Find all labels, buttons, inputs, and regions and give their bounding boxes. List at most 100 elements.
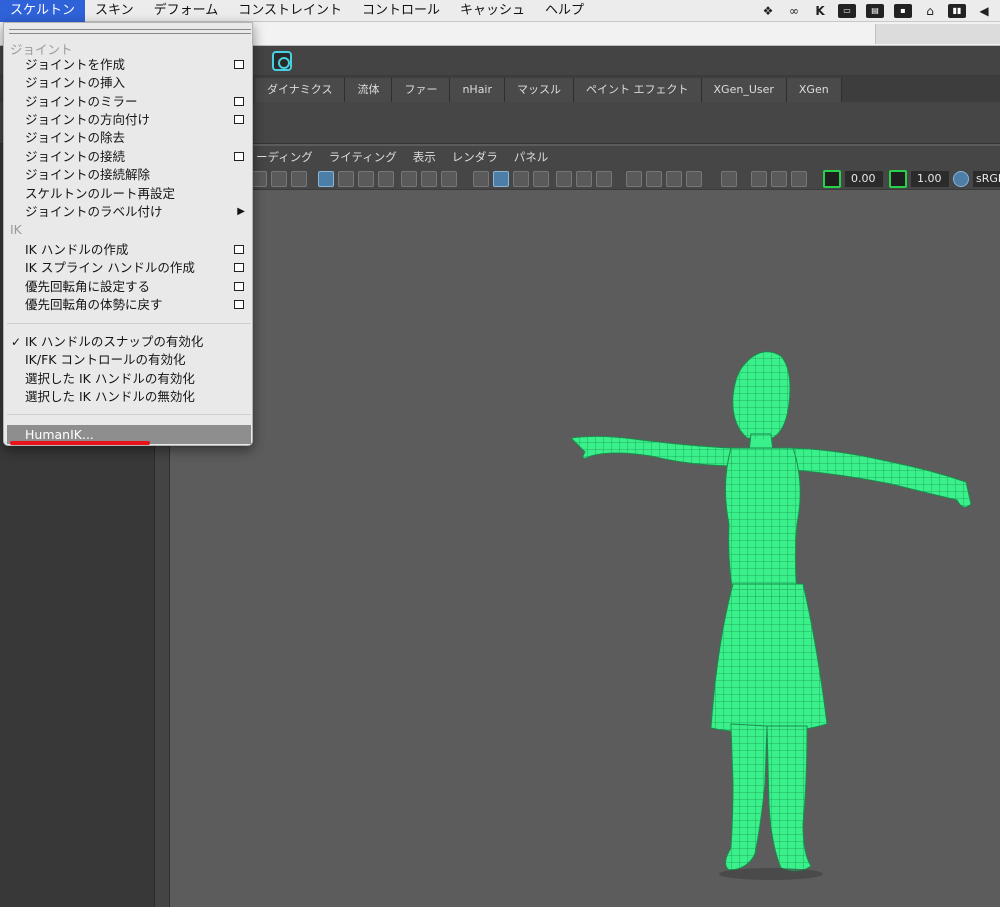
tab-nhair[interactable]: nHair bbox=[450, 78, 506, 102]
smooth-shade-icon[interactable] bbox=[493, 171, 509, 187]
antialias-icon[interactable] bbox=[666, 171, 682, 187]
wireframe-on-shaded-icon[interactable] bbox=[513, 171, 529, 187]
tab-dynamics[interactable]: ダイナミクス bbox=[255, 78, 346, 102]
option-box-icon[interactable] bbox=[234, 97, 244, 106]
menu-constraint[interactable]: コンストレイント bbox=[228, 0, 352, 22]
option-box-icon[interactable] bbox=[234, 300, 244, 309]
safe-title-icon[interactable] bbox=[441, 171, 457, 187]
menu-bar: スケルトン スキン デフォーム コンストレイント コントロール キャッシュ ヘル… bbox=[0, 0, 1000, 22]
menu-item-ikfk-control-enable[interactable]: IK/FK コントロールの有効化 bbox=[7, 351, 251, 369]
menu-item-create-ik-handle[interactable]: IK ハンドルの作成 bbox=[7, 241, 251, 259]
color-space-field[interactable]: sRGB bbox=[973, 171, 1000, 187]
film-gate-icon[interactable] bbox=[338, 171, 354, 187]
option-box-icon[interactable] bbox=[234, 60, 244, 69]
k-icon[interactable]: K bbox=[812, 4, 828, 18]
menu-item-ik-snap-enable[interactable]: ✓ IK ハンドルのスナップの有効化 bbox=[7, 333, 251, 351]
menu-item-disconnect-joints[interactable]: ジョイントの接続解除 bbox=[7, 166, 251, 184]
resolution-gate-icon[interactable] bbox=[358, 171, 374, 187]
menu-skeleton[interactable]: スケルトン bbox=[0, 0, 86, 22]
skeleton-menu-dropdown: ジョイント ジョイントを作成 ジョイントの挿入 ジョイントのミラー ジョイントの… bbox=[3, 22, 253, 446]
grid-icon[interactable] bbox=[318, 171, 334, 187]
menu-cache[interactable]: キャッシュ bbox=[450, 0, 535, 22]
menu-item-disable-selected-ik[interactable]: 選択した IK ハンドルの無効化 bbox=[7, 388, 251, 406]
menu-item-remove-joint[interactable]: ジョイントの除去 bbox=[7, 129, 251, 147]
tear-off-handle[interactable] bbox=[9, 29, 251, 34]
xray-joints-icon[interactable] bbox=[751, 171, 767, 187]
field-chart-icon[interactable] bbox=[401, 171, 417, 187]
option-box-icon[interactable] bbox=[234, 263, 244, 272]
attributes-icon[interactable] bbox=[271, 171, 287, 187]
section-ik-label: IK bbox=[10, 222, 22, 237]
tab-muscle[interactable]: マッスル bbox=[505, 78, 575, 102]
window-tab[interactable] bbox=[875, 24, 1000, 44]
viewport-toolbar: 0.00 1.00 sRGB bbox=[171, 168, 1000, 190]
menu-item-joint-labelling[interactable]: ジョイントのラベル付け ▶ bbox=[7, 203, 251, 221]
tab-fluids[interactable]: 流体 bbox=[345, 78, 393, 102]
bookmark-icon[interactable] bbox=[291, 171, 307, 187]
xray-icon[interactable] bbox=[556, 171, 572, 187]
menu-item-assume-preferred-angle[interactable]: 優先回転角の体勢に戻す bbox=[7, 296, 251, 314]
menu-separator bbox=[7, 414, 251, 415]
viewport[interactable]: ーディング ライティング 表示 レンダラ パネル 0.00 1.00 sRG bbox=[171, 144, 1000, 907]
render-icon[interactable] bbox=[272, 51, 292, 71]
menu-show[interactable]: 表示 bbox=[413, 149, 436, 165]
menu-item-create-joints[interactable]: ジョイントを作成 bbox=[7, 56, 251, 74]
creative-cloud-icon[interactable]: ∞ bbox=[786, 4, 802, 18]
gamma-field[interactable]: 1.00 bbox=[911, 171, 949, 187]
option-box-icon[interactable] bbox=[234, 282, 244, 291]
textured-icon[interactable] bbox=[533, 171, 549, 187]
lights-icon[interactable] bbox=[576, 171, 592, 187]
tab-paint-effects[interactable]: ペイント エフェクト bbox=[574, 78, 702, 102]
system-tray: ❖ ∞ K ▭ ▤ ▪ ⌂ ▮▮ ◀ bbox=[760, 0, 1000, 22]
tab-xgen[interactable]: XGen bbox=[786, 78, 842, 102]
menu-control[interactable]: コントロール bbox=[352, 0, 450, 22]
menu-lighting[interactable]: ライティング bbox=[329, 149, 397, 165]
safe-action-icon[interactable] bbox=[421, 171, 437, 187]
backface-icon[interactable] bbox=[791, 171, 807, 187]
menu-item-enable-selected-ik[interactable]: 選択した IK ハンドルの有効化 bbox=[7, 370, 251, 388]
menu-deform[interactable]: デフォーム bbox=[144, 0, 229, 22]
xray-active-icon[interactable] bbox=[771, 171, 787, 187]
menu-skin[interactable]: スキン bbox=[85, 0, 144, 22]
shadows-icon[interactable] bbox=[596, 171, 612, 187]
gamma-icon[interactable] bbox=[889, 170, 907, 188]
tab-xgen-user[interactable]: XGen_User bbox=[701, 78, 787, 102]
app-icon[interactable]: ▪ bbox=[894, 4, 912, 18]
dropbox-icon[interactable]: ❖ bbox=[760, 4, 776, 18]
menu-item-set-preferred-angle[interactable]: 優先回転角に設定する bbox=[7, 278, 251, 296]
monitor-icon[interactable]: ▭ bbox=[838, 4, 856, 18]
gate-mask-icon[interactable] bbox=[378, 171, 394, 187]
menu-item-create-ik-spline[interactable]: IK スプライン ハンドルの作成 bbox=[7, 259, 251, 277]
menu-item-label: ジョイントの接続 bbox=[25, 149, 126, 164]
option-box-icon[interactable] bbox=[234, 115, 244, 124]
motion-blur-icon[interactable] bbox=[646, 171, 662, 187]
menu-item-connect-joints[interactable]: ジョイントの接続 bbox=[7, 148, 251, 166]
menu-item-label: ジョイントの除去 bbox=[25, 130, 126, 145]
menu-item-orient-joints[interactable]: ジョイントの方向付け bbox=[7, 111, 251, 129]
menu-item-label: 選択した IK ハンドルの無効化 bbox=[25, 389, 195, 404]
volume-icon[interactable]: ◀ bbox=[976, 4, 992, 18]
wireframe-icon[interactable] bbox=[473, 171, 489, 187]
camera-icon[interactable] bbox=[251, 171, 267, 187]
menu-item-mirror-joints[interactable]: ジョイントのミラー bbox=[7, 93, 251, 111]
option-box-icon[interactable] bbox=[234, 245, 244, 254]
option-box-icon[interactable] bbox=[234, 152, 244, 161]
submenu-arrow-icon: ▶ bbox=[237, 206, 245, 217]
menu-item-reroot-skeleton[interactable]: スケルトンのルート再設定 bbox=[7, 185, 251, 203]
tab-fur[interactable]: ファー bbox=[392, 78, 451, 102]
character-wireframe[interactable] bbox=[571, 344, 1000, 884]
dof-icon[interactable] bbox=[686, 171, 702, 187]
battery-icon[interactable]: ▮▮ bbox=[948, 4, 966, 18]
menu-renderer[interactable]: レンダラ bbox=[452, 149, 498, 165]
isolate-select-icon[interactable] bbox=[721, 171, 737, 187]
menu-panels[interactable]: パネル bbox=[514, 149, 549, 165]
display-icon[interactable]: ▤ bbox=[866, 4, 884, 18]
exposure-field[interactable]: 0.00 bbox=[845, 171, 883, 187]
menu-item-insert-joint[interactable]: ジョイントの挿入 bbox=[7, 74, 251, 92]
menu-shading[interactable]: ーディング bbox=[256, 149, 313, 165]
menu-help[interactable]: ヘルプ bbox=[535, 0, 594, 22]
view-transform-icon[interactable] bbox=[953, 171, 969, 187]
ao-icon[interactable] bbox=[626, 171, 642, 187]
cloud-home-icon[interactable]: ⌂ bbox=[922, 4, 938, 18]
exposure-icon[interactable] bbox=[823, 170, 841, 188]
